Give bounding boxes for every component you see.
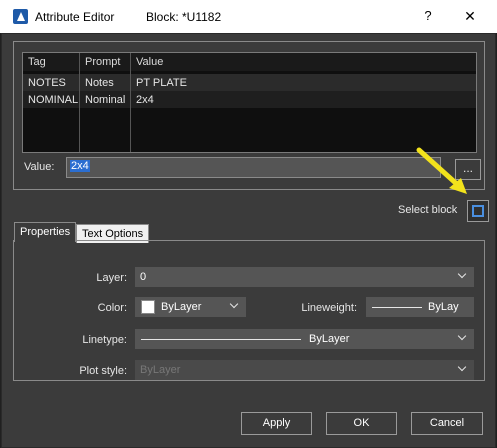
chevron-down-icon [458, 333, 466, 341]
ok-button[interactable]: OK [326, 412, 397, 435]
attributes-table[interactable]: Tag Prompt Value NOTES Notes PT PLATE NO… [22, 52, 477, 153]
header-tag[interactable]: Tag [23, 53, 79, 71]
plot-style-label: Plot style: [79, 365, 127, 377]
block-label: Block: *U1182 [146, 10, 222, 24]
color-swatch [141, 300, 155, 314]
row-value: PT PLATE [136, 77, 187, 89]
layer-label: Layer: [96, 272, 127, 284]
properties-panel: Layer: 0 Color: ByLayer Lineweight: ByLa… [13, 240, 485, 381]
color-select[interactable]: ByLayer [135, 297, 246, 317]
chevron-down-icon [458, 271, 466, 279]
row-prompt: Nominal [85, 94, 126, 106]
close-button[interactable]: ✕ [462, 8, 478, 26]
column-divider [130, 53, 131, 152]
annotation-arrow-icon [416, 147, 467, 194]
lineweight-label: Lineweight: [301, 302, 357, 314]
attribute-editor-dialog: Tag Prompt Value NOTES Notes PT PLATE NO… [1, 33, 496, 448]
lineweight-select[interactable]: ByLay [366, 297, 474, 317]
color-label: Color: [97, 302, 127, 314]
linetype-label: Linetype: [82, 334, 127, 346]
select-block-icon [472, 205, 484, 217]
linetype-select[interactable]: ByLayer [135, 329, 474, 349]
title-bar[interactable]: Attribute Editor Block: *U1182 ? ✕ [0, 0, 497, 33]
row-tag: NOTES [28, 77, 66, 89]
row-prompt: Notes [85, 77, 114, 89]
line-sample [372, 307, 422, 308]
app-logo-icon [13, 9, 28, 24]
chevron-down-icon [230, 301, 238, 309]
chevron-down-icon [458, 364, 466, 372]
table-row[interactable]: NOMINAL Nominal 2x4 [23, 91, 476, 108]
row-value: 2x4 [136, 94, 154, 106]
color-value: ByLayer [161, 301, 202, 313]
row-tag: NOMINAL [28, 94, 79, 106]
apply-button[interactable]: Apply [241, 412, 312, 435]
line-sample [141, 339, 301, 340]
window-title: Attribute Editor [35, 10, 115, 24]
tab-properties[interactable]: Properties [14, 222, 77, 242]
header-value[interactable]: Value [131, 53, 476, 71]
linetype-value: ByLayer [309, 333, 350, 345]
help-button[interactable]: ? [420, 8, 436, 26]
header-prompt[interactable]: Prompt [80, 53, 130, 71]
layer-value: 0 [140, 271, 147, 283]
layer-select[interactable]: 0 [135, 267, 474, 287]
plot-style-value: ByLayer [140, 364, 181, 376]
value-input[interactable]: 2x4 [66, 157, 441, 178]
cancel-button[interactable]: Cancel [411, 412, 483, 435]
value-label: Value: [24, 161, 55, 173]
table-row[interactable]: NOTES Notes PT PLATE [23, 74, 476, 91]
value-input-text: 2x4 [70, 160, 90, 172]
column-divider [79, 53, 80, 152]
lineweight-value: ByLay [428, 301, 459, 313]
plot-style-select: ByLayer [135, 360, 474, 380]
